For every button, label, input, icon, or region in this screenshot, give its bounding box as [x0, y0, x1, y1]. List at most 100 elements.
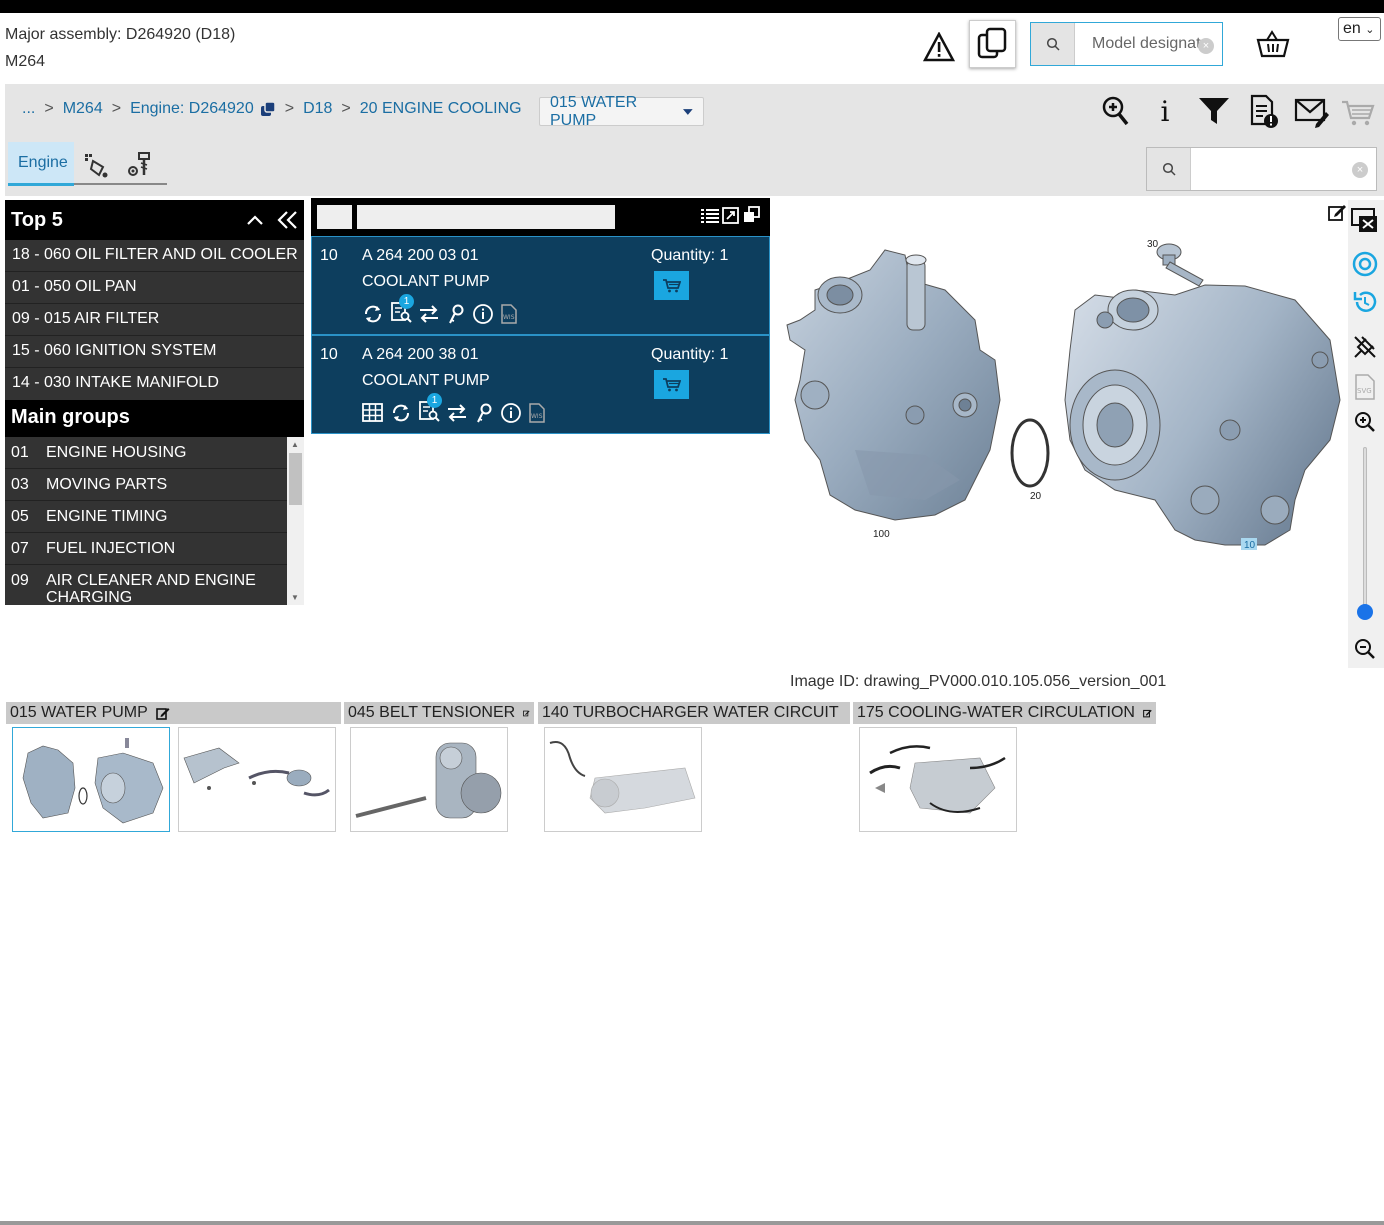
wis-document-icon[interactable]: WIS: [500, 304, 518, 324]
breadcrumb-d18[interactable]: D18: [303, 100, 332, 118]
mail-edit-icon[interactable]: [1294, 96, 1330, 128]
part-row[interactable]: 10 A 264 200 38 01 COOLANT PUMP Quantity…: [311, 335, 770, 434]
thumbnail-cooling-water-circulation[interactable]: [859, 727, 1017, 832]
edit-icon[interactable]: [1143, 706, 1152, 720]
language-select[interactable]: en ⌄: [1338, 17, 1381, 41]
breadcrumb-m264[interactable]: M264: [63, 100, 103, 118]
copy-icon[interactable]: [969, 20, 1016, 68]
zoom-slider-track[interactable]: [1363, 447, 1367, 615]
popout-icon[interactable]: [743, 206, 761, 224]
list-view-icon[interactable]: [701, 208, 719, 224]
add-to-cart-button[interactable]: [654, 370, 689, 399]
info-circle-icon[interactable]: [500, 402, 522, 424]
main-group-item[interactable]: 07 FUEL INJECTION: [5, 533, 287, 565]
chevron-up-icon[interactable]: [246, 214, 264, 226]
callout-10[interactable]: 10: [1244, 540, 1256, 551]
main-group-item[interactable]: 03 MOVING PARTS: [5, 469, 287, 501]
document-search-icon[interactable]: 1: [418, 393, 442, 426]
refresh-icon[interactable]: [362, 303, 384, 325]
zoom-in-small-icon[interactable]: [1353, 410, 1377, 434]
collapse-left-icon[interactable]: [276, 210, 298, 230]
main-group-item[interactable]: 01 ENGINE HOUSING: [5, 437, 287, 469]
key-icon[interactable]: [474, 402, 494, 424]
part-search-input[interactable]: ×: [1191, 148, 1376, 190]
part-number[interactable]: A 264 200 03 01: [362, 247, 479, 265]
info-circle-icon[interactable]: [472, 303, 494, 325]
zoom-out-small-icon[interactable]: [1353, 637, 1377, 661]
callout-20[interactable]: 20: [1030, 491, 1042, 502]
clear-icon[interactable]: ×: [1198, 38, 1214, 54]
tab-bolts-icon[interactable]: [126, 150, 156, 180]
tab-engine[interactable]: Engine: [8, 142, 74, 186]
part-number[interactable]: A 264 200 38 01: [362, 346, 479, 364]
svg-text:WIS: WIS: [531, 413, 543, 420]
copy-small-icon[interactable]: [260, 101, 276, 117]
key-icon[interactable]: [446, 303, 466, 325]
category-cooling-water-circulation[interactable]: 175 COOLING-WATER CIRCULATION: [853, 702, 1156, 724]
expand-icon[interactable]: [722, 207, 739, 224]
scroll-down-arrow-icon[interactable]: ▼: [291, 593, 299, 602]
search-icon[interactable]: [1031, 23, 1075, 65]
warning-icon[interactable]: [922, 32, 956, 62]
add-to-cart-button[interactable]: [654, 271, 689, 300]
category-turbocharger-water-circuit[interactable]: 140 TURBOCHARGER WATER CIRCUIT: [538, 702, 850, 724]
info-icon[interactable]: i: [1152, 94, 1178, 128]
zoom-in-icon[interactable]: [1100, 94, 1132, 128]
subgroup-dropdown[interactable]: 015 WATER PUMP: [539, 94, 704, 129]
thumbnail-water-pump-2[interactable]: [178, 727, 336, 832]
drawing-edit-icon[interactable]: [1327, 202, 1347, 222]
search-icon[interactable]: [1147, 148, 1191, 190]
top5-title: Top 5: [11, 208, 63, 231]
document-search-icon[interactable]: 1: [390, 294, 414, 327]
scrollbar-thumb[interactable]: [289, 453, 302, 505]
edit-icon[interactable]: [156, 706, 170, 720]
part-name: COOLANT PUMP: [362, 372, 490, 389]
position-filter-input[interactable]: [317, 205, 352, 229]
subgroup-dropdown-value: 015 WATER PUMP: [550, 93, 638, 129]
breadcrumb-engine-cooling[interactable]: 20 ENGINE COOLING: [360, 100, 522, 118]
unpin-icon[interactable]: [1352, 334, 1378, 360]
thumbnail-water-pump[interactable]: [12, 727, 170, 832]
top5-item[interactable]: 15 - 060 IGNITION SYSTEM: [5, 336, 304, 368]
basket-icon[interactable]: [1254, 28, 1292, 62]
swap-icon[interactable]: [446, 403, 468, 423]
bottom-border: [0, 1221, 1384, 1225]
part-row[interactable]: 10 A 264 200 03 01 COOLANT PUMP Quantity…: [311, 236, 770, 335]
tab-paint-icon[interactable]: [82, 150, 112, 180]
close-window-icon[interactable]: [1351, 206, 1379, 234]
category-water-pump[interactable]: 015 WATER PUMP: [6, 702, 341, 724]
filter-icon[interactable]: [1197, 96, 1231, 126]
part-search-box[interactable]: ×: [1146, 147, 1377, 191]
refresh-icon[interactable]: [390, 402, 412, 424]
zoom-slider-handle[interactable]: [1357, 604, 1373, 620]
edit-icon[interactable]: [523, 706, 530, 720]
scroll-up-arrow-icon[interactable]: ▲: [291, 440, 299, 449]
callout-30[interactable]: 30: [1147, 239, 1159, 250]
thumbnail-turbocharger-water-circuit[interactable]: [544, 727, 702, 832]
target-icon[interactable]: [1352, 251, 1378, 277]
breadcrumb-engine[interactable]: Engine: D264920: [130, 100, 254, 118]
main-group-label: ENGINE TIMING: [46, 508, 168, 525]
main-group-label: CHARGING: [46, 589, 133, 605]
document-alert-icon[interactable]: [1248, 94, 1280, 130]
main-group-item-continued[interactable]: CHARGING: [5, 589, 287, 605]
history-icon[interactable]: [1352, 289, 1378, 315]
language-value: en: [1343, 20, 1361, 37]
top5-item[interactable]: 09 - 015 AIR FILTER: [5, 304, 304, 336]
main-group-item[interactable]: 05 ENGINE TIMING: [5, 501, 287, 533]
breadcrumb-ellipsis[interactable]: ...: [22, 100, 35, 118]
thumbnail-belt-tensioner[interactable]: [350, 727, 508, 832]
model-search-box[interactable]: Model designat ×: [1030, 22, 1223, 66]
clear-icon[interactable]: ×: [1352, 162, 1368, 178]
category-belt-tensioner[interactable]: 045 BELT TENSIONER: [344, 702, 534, 724]
o-ring-drawing: [1010, 418, 1050, 488]
table-grid-icon[interactable]: [362, 403, 384, 423]
top5-item[interactable]: 01 - 050 OIL PAN: [5, 272, 304, 304]
swap-icon[interactable]: [418, 304, 440, 324]
part-filter-input[interactable]: [357, 205, 615, 229]
top5-item[interactable]: 18 - 060 OIL FILTER AND OIL COOLER: [5, 240, 304, 272]
main-group-item[interactable]: 09 AIR CLEANER AND ENGINE: [5, 565, 287, 589]
exploded-drawing[interactable]: 30 20 100 10: [775, 200, 1348, 668]
callout-100[interactable]: 100: [873, 529, 890, 540]
wis-document-icon[interactable]: WIS: [528, 403, 546, 423]
